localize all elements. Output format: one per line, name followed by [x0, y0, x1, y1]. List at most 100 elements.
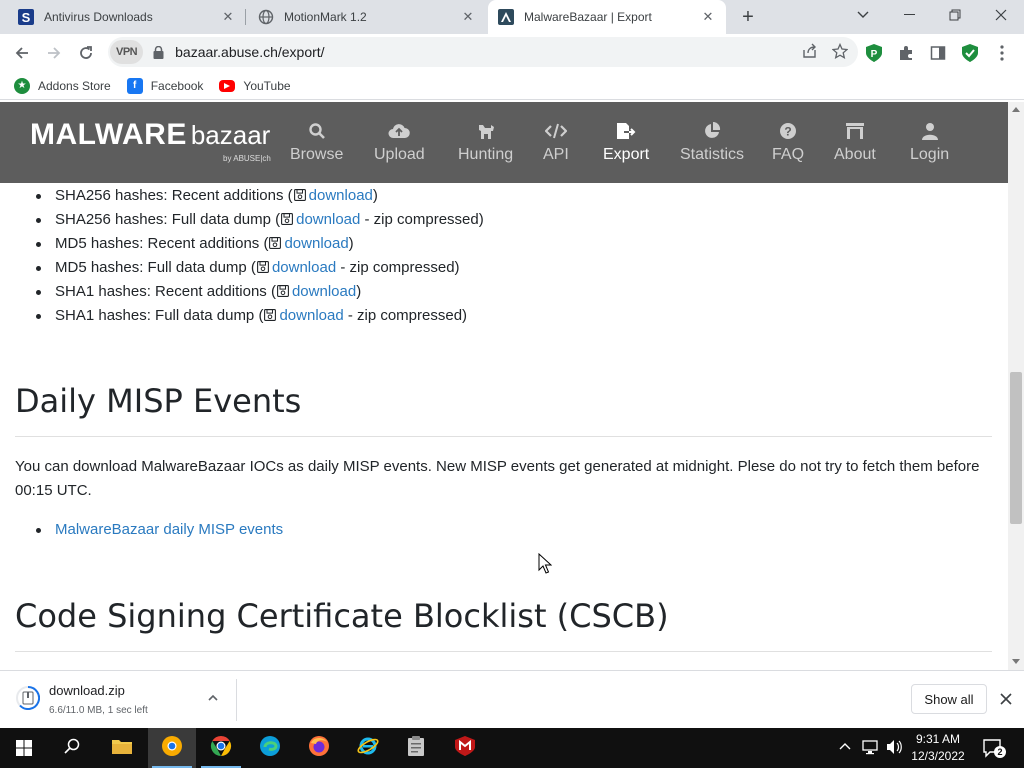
- globe-icon: [258, 9, 274, 25]
- close-tab-icon[interactable]: ✕: [700, 9, 716, 25]
- youtube-icon: [219, 79, 236, 92]
- nav-browse[interactable]: Browse: [290, 120, 343, 164]
- internet-explorer-icon: [357, 735, 379, 762]
- bookmark-label: YouTube: [243, 78, 291, 93]
- clock-date: 12/3/2022: [911, 749, 965, 763]
- download-link[interactable]: download: [272, 259, 336, 276]
- floppy-disk-icon: [269, 233, 282, 249]
- nav-export[interactable]: Export: [603, 120, 649, 164]
- share-icon[interactable]: [802, 43, 818, 64]
- taskbar-clipboard-app[interactable]: [392, 728, 440, 768]
- scroll-up-arrow-icon[interactable]: [1012, 107, 1020, 112]
- notification-center-icon[interactable]: 2: [982, 737, 1006, 759]
- reload-button[interactable]: [73, 40, 99, 66]
- download-status: 6.6/11.0 MB, 1 sec left: [49, 705, 148, 716]
- taskbar-edge[interactable]: [246, 728, 294, 768]
- bookmark-star-icon[interactable]: [831, 42, 849, 64]
- addons-store-icon: ★: [14, 77, 30, 94]
- nav-about[interactable]: About: [834, 120, 876, 164]
- network-icon[interactable]: [862, 739, 880, 760]
- volume-icon[interactable]: [886, 739, 904, 760]
- bookmark-addons-store[interactable]: ★ Addons Store: [14, 77, 111, 94]
- page-viewport: MALWARE bazaar by ABUSE|ch Browse Upload …: [0, 102, 1024, 670]
- page-scrollbar[interactable]: [1008, 102, 1024, 670]
- malwarebazaar-logo[interactable]: MALWARE bazaar by ABUSE|ch: [30, 118, 271, 163]
- download-link[interactable]: download: [309, 187, 373, 204]
- nav-statistics[interactable]: Statistics: [680, 120, 744, 164]
- hash-list-text: SHA256 hashes: Full data dump (: [55, 211, 281, 228]
- windows-taskbar: 9:31 AM 12/3/2022 2: [0, 728, 1024, 768]
- shield-check-icon[interactable]: [959, 42, 981, 64]
- taskbar-clock[interactable]: 9:31 AM 12/3/2022: [905, 731, 971, 765]
- taskbar-file-explorer[interactable]: [98, 728, 146, 768]
- back-button[interactable]: [9, 40, 35, 66]
- taskbar-internet-explorer[interactable]: [344, 728, 392, 768]
- extension-p-icon[interactable]: P: [863, 42, 885, 64]
- chrome-icon: [210, 735, 232, 762]
- list-item: SHA1 hashes: Full data dump (download - …: [35, 304, 484, 328]
- nav-hunting[interactable]: Hunting: [458, 120, 513, 164]
- nav-upload[interactable]: Upload: [374, 120, 425, 164]
- bookmark-youtube[interactable]: YouTube: [219, 78, 291, 93]
- nav-label: FAQ: [772, 146, 805, 163]
- download-link[interactable]: download: [284, 235, 348, 252]
- tab-malwarebazaar-export[interactable]: MalwareBazaar | Export ✕: [488, 0, 726, 34]
- close-download-bar-icon[interactable]: [998, 691, 1014, 707]
- nav-label: Hunting: [458, 146, 514, 163]
- scroll-down-arrow-icon[interactable]: [1012, 659, 1020, 664]
- nav-label: Export: [603, 146, 650, 163]
- nav-faq[interactable]: ? FAQ: [772, 120, 804, 164]
- misp-events-link[interactable]: MalwareBazaar daily MISP events: [55, 521, 283, 538]
- taskbar-chrome-canary[interactable]: [148, 728, 196, 768]
- side-panel-icon[interactable]: [927, 42, 949, 64]
- show-all-downloads-button[interactable]: Show all: [911, 684, 987, 714]
- nav-login[interactable]: Login: [910, 120, 949, 164]
- tab-search-chevron-icon[interactable]: [840, 0, 886, 30]
- show-hidden-icons-chevron-icon[interactable]: [839, 740, 851, 758]
- menu-kebab-icon[interactable]: [991, 42, 1013, 64]
- download-item[interactable]: download.zip 6.6/11.0 MB, 1 sec left: [14, 683, 236, 723]
- close-tab-icon[interactable]: ✕: [460, 9, 476, 25]
- tab-motionmark[interactable]: MotionMark 1.2 ✕: [248, 0, 486, 34]
- download-link[interactable]: download: [292, 283, 356, 300]
- browser-window: S Antivirus Downloads ✕ MotionMark 1.2 ✕…: [0, 0, 1024, 768]
- list-item: MD5 hashes: Recent additions (download): [35, 232, 484, 256]
- vpn-badge[interactable]: VPN: [110, 40, 144, 64]
- mcafee-icon: [454, 735, 476, 762]
- hash-list-suffix: ): [372, 187, 378, 204]
- bookmark-facebook[interactable]: f Facebook: [126, 77, 203, 94]
- download-link[interactable]: download: [296, 211, 360, 228]
- notification-count-badge: 2: [994, 746, 1006, 758]
- taskbar-firefox[interactable]: [295, 728, 343, 768]
- tab-antivirus-downloads[interactable]: S Antivirus Downloads ✕: [8, 0, 246, 34]
- hash-list-text: MD5 hashes: Recent additions (: [55, 235, 269, 252]
- clock-time: 9:31 AM: [915, 732, 961, 746]
- url-text[interactable]: bazaar.abuse.ch/export/: [175, 44, 324, 60]
- floppy-disk-icon: [277, 281, 289, 297]
- chevron-up-icon[interactable]: [206, 691, 220, 705]
- lock-icon[interactable]: [153, 45, 165, 59]
- floppy-disk-icon: [281, 209, 294, 225]
- s-letter-icon: S: [18, 9, 34, 25]
- nav-label: API: [543, 146, 569, 163]
- windows-start-button[interactable]: [0, 728, 48, 768]
- restore-button[interactable]: [932, 0, 978, 30]
- address-bar[interactable]: VPN bazaar.abuse.ch/export/: [108, 37, 858, 67]
- new-tab-button[interactable]: +: [738, 7, 758, 27]
- nav-api[interactable]: API: [543, 120, 569, 164]
- close-tab-icon[interactable]: ✕: [220, 9, 236, 25]
- taskbar-mcafee[interactable]: [441, 728, 489, 768]
- taskbar-search-button[interactable]: [48, 728, 96, 768]
- scrollbar-thumb[interactable]: [1010, 372, 1022, 524]
- extensions-puzzle-icon[interactable]: [895, 42, 917, 64]
- dog-icon: [477, 120, 495, 142]
- forward-button[interactable]: [41, 40, 67, 66]
- download-link[interactable]: download: [279, 307, 343, 324]
- close-window-button[interactable]: [978, 0, 1024, 30]
- floppy-disk-icon: [293, 185, 306, 201]
- minimize-button[interactable]: [886, 0, 932, 30]
- site-navbar: MALWARE bazaar by ABUSE|ch Browse Upload …: [0, 102, 1008, 183]
- nav-label: Login: [910, 146, 950, 163]
- taskbar-chrome[interactable]: [197, 728, 245, 768]
- logo-main-text: MALWARE: [30, 118, 187, 151]
